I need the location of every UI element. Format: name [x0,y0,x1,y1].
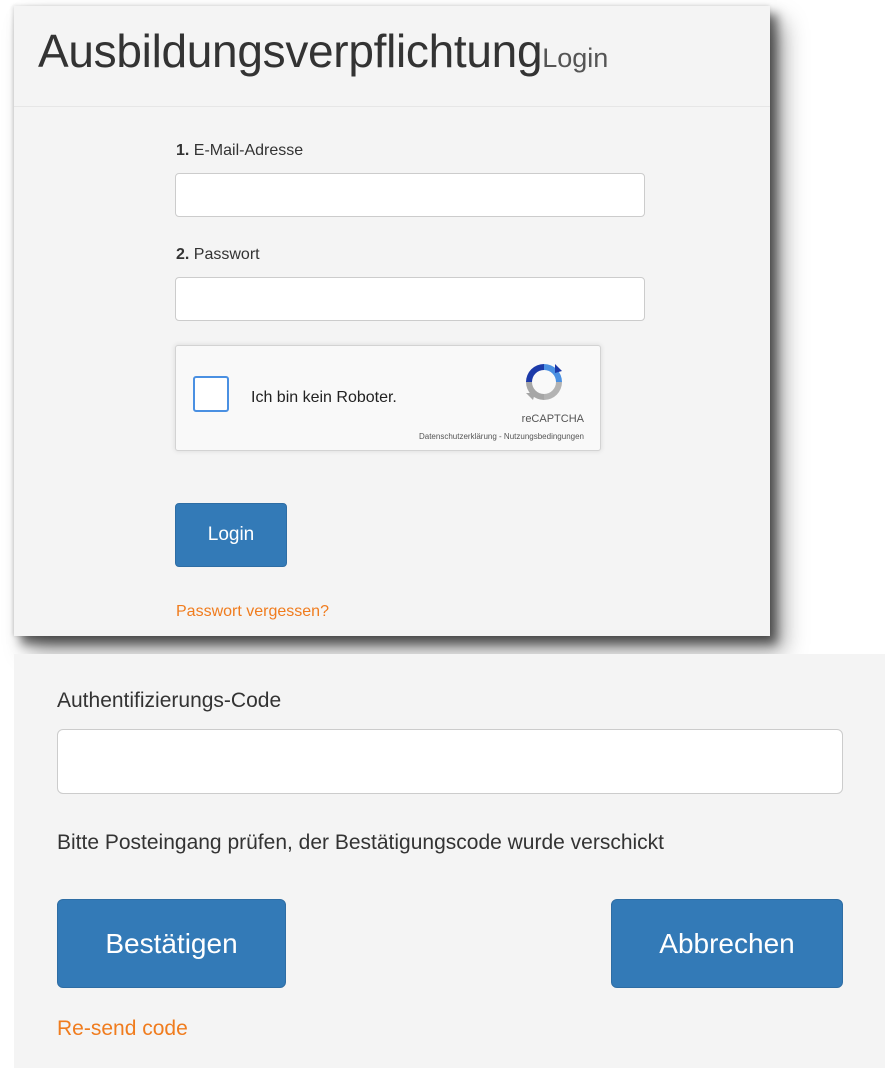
email-field[interactable] [175,173,645,217]
cancel-button[interactable]: Abbrechen [611,899,843,988]
recaptcha-checkbox[interactable] [193,376,229,412]
login-panel: AusbildungsverpflichtungLogin 1. E-Mail-… [14,6,770,636]
password-label-number: 2. [176,246,190,263]
auth-code-field[interactable] [57,729,843,794]
email-label: 1. E-Mail-Adresse [176,142,303,160]
recaptcha-terms-link[interactable]: Nutzungsbedingungen [504,432,584,441]
app-title-text: Ausbildungsverpflichtung [38,25,543,77]
email-label-number: 1. [176,142,190,159]
recaptcha-separator: - [496,432,504,441]
resend-code-link[interactable]: Re-send code [57,1017,188,1041]
auth-hint-text: Bitte Posteingang prüfen, der Bestätigun… [57,831,665,854]
recaptcha-links: Datenschutzerklärung - Nutzungsbedingung… [419,432,584,441]
recaptcha-privacy-link[interactable]: Datenschutzerklärung [419,432,497,441]
page-title: AusbildungsverpflichtungLogin [38,24,608,78]
confirm-button[interactable]: Bestätigen [57,899,286,988]
recaptcha-widget: Ich bin kein Roboter. reCAPTCHA Datensch… [175,345,601,451]
recaptcha-label: Ich bin kein Roboter. [251,389,397,406]
password-label: 2. Passwort [176,246,260,264]
auth-panel: Authentifizierungs-Code Bitte Posteingan… [14,654,885,1068]
panel-header: AusbildungsverpflichtungLogin [14,6,770,107]
auth-code-label: Authentifizierungs-Code [57,689,282,712]
forgot-password-link[interactable]: Passwort vergessen? [176,603,329,621]
password-label-text: Passwort [193,246,260,263]
login-button[interactable]: Login [175,503,287,567]
recaptcha-brand: reCAPTCHA [521,413,584,425]
password-field[interactable] [175,277,645,321]
email-label-text: E-Mail-Adresse [193,142,304,159]
page-subtitle: Login [542,43,609,73]
recaptcha-logo-icon [526,364,562,400]
